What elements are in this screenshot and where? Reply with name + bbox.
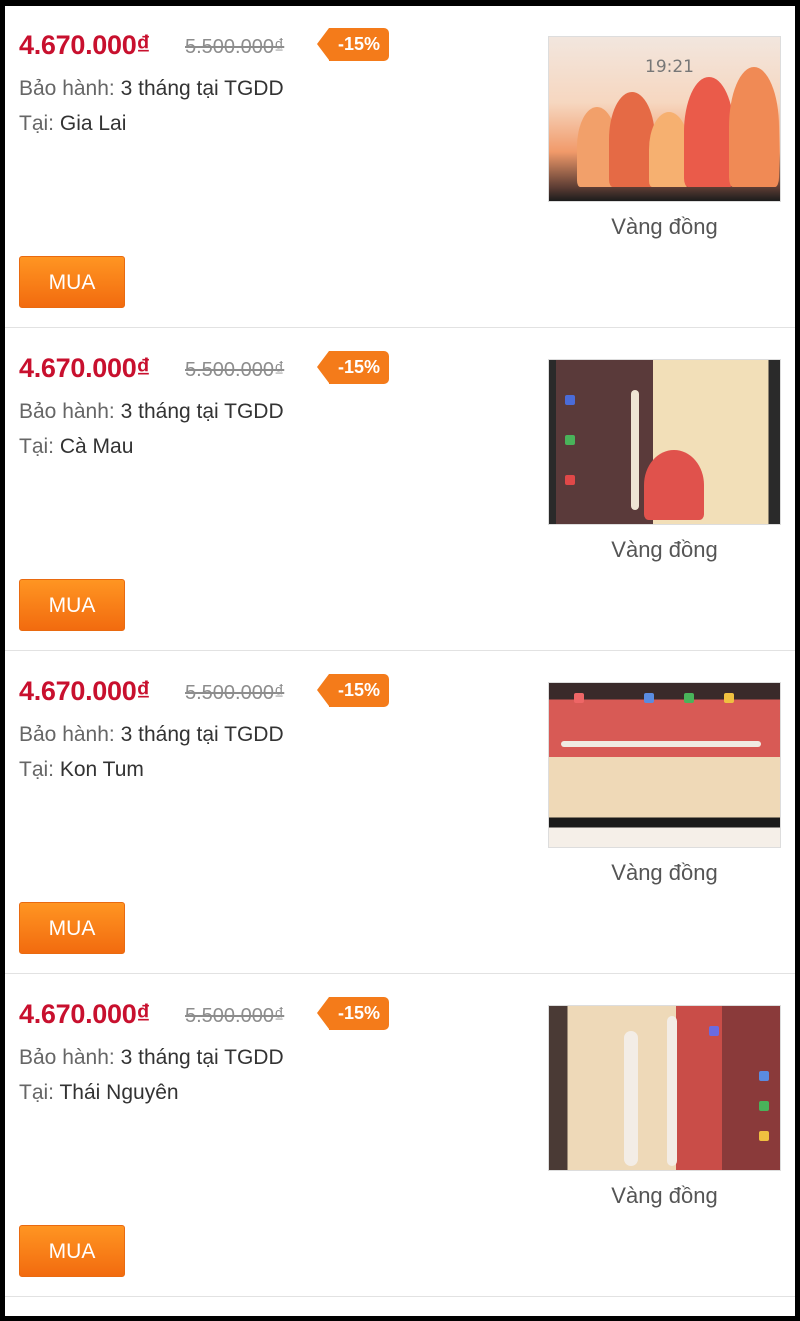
warranty-label: Bảo hành: [19,723,115,746]
original-price: 5.500.000₫ [185,359,285,381]
list-item: 4.670.000₫ 5.500.000₫ -15% Bảo hành: 3 t… [5,6,795,328]
warranty-info: Bảo hành: 3 tháng tại TGDD [19,1046,284,1070]
warranty-value: 3 tháng tại TGDD [120,723,284,746]
original-price: 5.500.000₫ [185,36,285,58]
buy-button[interactable]: MUA [19,902,125,954]
warranty-label: Bảo hành: [19,400,115,423]
warranty-info: Bảo hành: 3 tháng tại TGDD [19,723,284,747]
location-value: Kon Tum [59,758,144,781]
discount-badge: -15% [317,674,389,707]
screen-clock: 19:21 [645,57,694,77]
location-value: Thái Nguyên [59,1081,179,1104]
warranty-info: Bảo hành: 3 tháng tại TGDD [19,400,284,424]
product-thumbnail[interactable] [548,359,781,525]
original-price: 5.500.000₫ [185,682,285,704]
sale-price: 4.670.000₫ [19,999,150,1029]
buy-button[interactable]: MUA [19,256,125,308]
sale-price: 4.670.000₫ [19,676,150,706]
original-price: 5.500.000₫ [185,1005,285,1027]
warranty-info: Bảo hành: 3 tháng tại TGDD [19,77,284,101]
discount-badge: -15% [317,997,389,1030]
location-label: Tại: [19,1081,55,1104]
list-item: 4.670.000₫ 5.500.000₫ -15% Bảo hành: 3 t… [5,652,795,974]
discount-badge: -15% [317,351,389,384]
warranty-value: 3 tháng tại TGDD [120,400,284,423]
product-thumbnail[interactable]: 19:21 [548,36,781,202]
product-thumbnail[interactable] [548,1005,781,1171]
location-info: Tại: Gia Lai [19,112,126,136]
warranty-label: Bảo hành: [19,1046,115,1069]
location-label: Tại: [19,758,55,781]
discount-badge: -15% [317,28,389,61]
buy-button[interactable]: MUA [19,1225,125,1277]
product-list: 4.670.000₫ 5.500.000₫ -15% Bảo hành: 3 t… [5,6,795,1316]
location-info: Tại: Kon Tum [19,758,144,782]
buy-button[interactable]: MUA [19,579,125,631]
sale-price: 4.670.000₫ [19,30,150,60]
location-info: Tại: Thái Nguyên [19,1081,179,1105]
color-label: Vàng đồng [611,860,718,885]
color-label: Vàng đồng [611,1183,718,1208]
warranty-label: Bảo hành: [19,77,115,100]
location-label: Tại: [19,435,55,458]
warranty-value: 3 tháng tại TGDD [120,1046,284,1069]
location-info: Tại: Cà Mau [19,435,133,459]
list-item: 4.670.000₫ 5.500.000₫ -15% Bảo hành: 3 t… [5,329,795,651]
location-value: Cà Mau [59,435,134,458]
location-label: Tại: [19,112,55,135]
color-label: Vàng đồng [611,214,718,239]
location-value: Gia Lai [59,112,127,135]
list-item: 4.670.000₫ 5.500.000₫ -15% Bảo hành: 3 t… [5,975,795,1297]
color-label: Vàng đồng [611,537,718,562]
product-thumbnail[interactable] [548,682,781,848]
sale-price: 4.670.000₫ [19,353,150,383]
warranty-value: 3 tháng tại TGDD [120,77,284,100]
